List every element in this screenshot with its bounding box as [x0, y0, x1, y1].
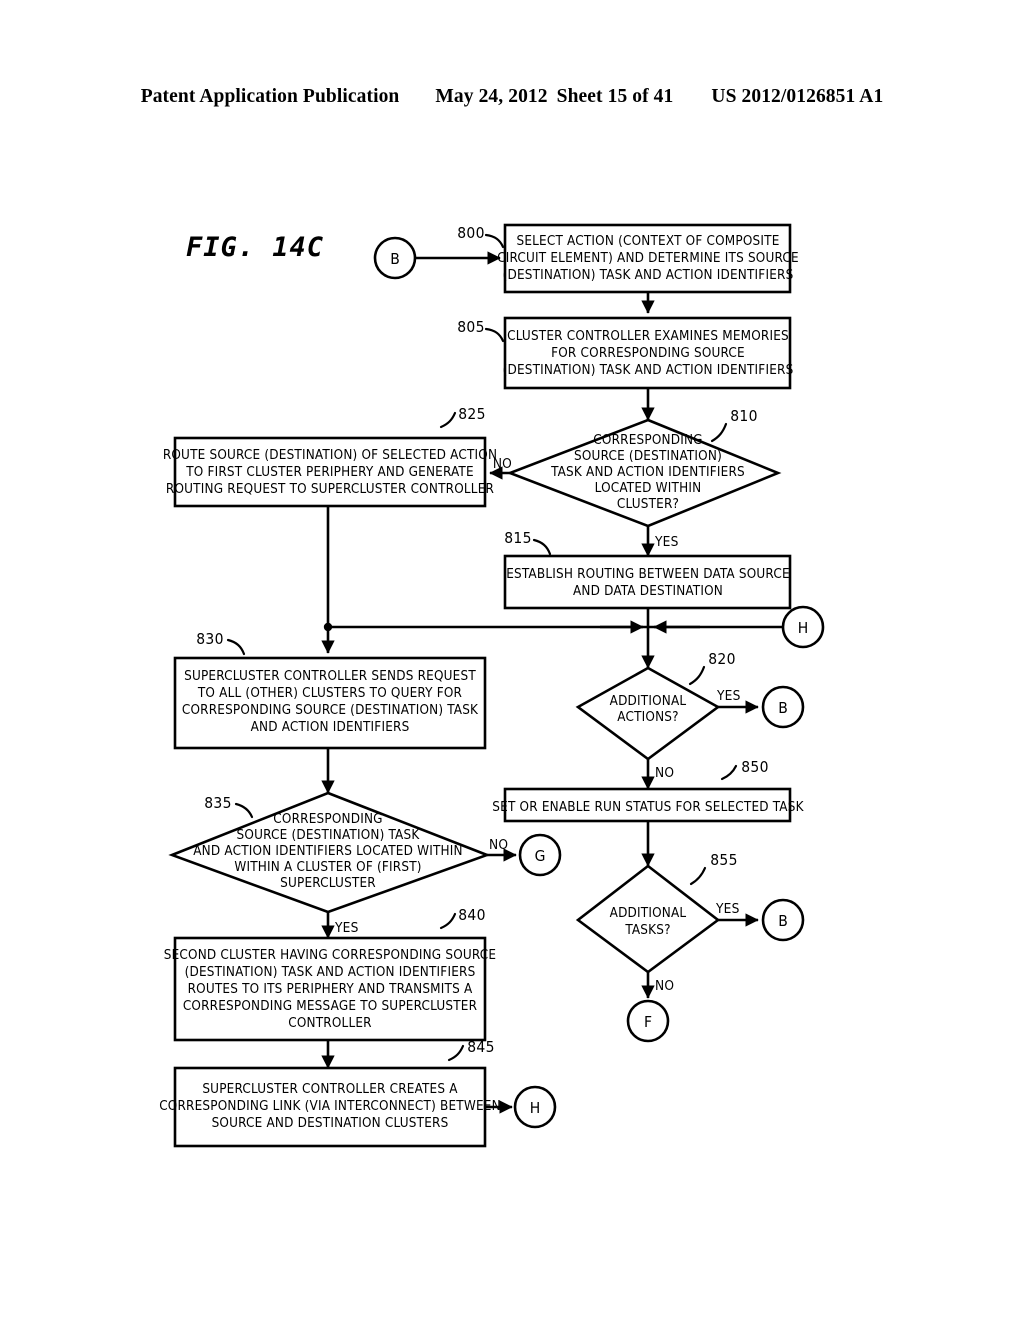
node-830: SUPERCLUSTER CONTROLLER SENDS REQUEST TO… [173, 630, 487, 750]
node-830-leader [226, 638, 246, 656]
node-815-line-0: ESTABLISH ROUTING BETWEEN DATA SOURCE [506, 567, 790, 582]
node-855-ref: 855 [710, 851, 738, 869]
node-835-line-3: WITHIN A CLUSTER OF (FIRST) [234, 860, 421, 875]
patent-figure-page: Patent Application Publication May 24, 2… [0, 0, 1024, 1320]
connector-h-845-label: H [530, 1099, 541, 1117]
node-815-line-1: AND DATA DESTINATION [573, 584, 723, 599]
node-800-line-1: CIRCUIT ELEMENT) AND DETERMINE ITS SOURC… [497, 251, 799, 266]
node-810-line-0: CORRESPONDING [593, 433, 702, 448]
edge-855-no-label: NO [655, 978, 674, 994]
node-840: SECOND CLUSTER HAVING CORRESPONDING SOUR… [164, 906, 497, 1042]
edge-835-no-label: NO [489, 837, 508, 853]
edge-855-yes-label: YES [715, 901, 740, 917]
node-810: CORRESPONDING SOURCE (DESTINATION) TASK … [493, 407, 782, 550]
node-835-ref: 835 [204, 794, 232, 812]
node-855-line-1: TASKS? [624, 923, 670, 938]
node-850-line-0: SET OR ENABLE RUN STATUS FOR SELECTED TA… [492, 800, 804, 815]
connector-b-in: B [373, 236, 417, 280]
node-825: ROUTE SOURCE (DESTINATION) OF SELECTED A… [163, 405, 497, 508]
node-855: ADDITIONAL TASKS? 855 YES NO [575, 851, 740, 994]
node-800-ref: 800 [457, 224, 485, 242]
node-810-line-1: SOURCE (DESTINATION) [574, 449, 722, 464]
node-805-line-1: FOR CORRESPONDING SOURCE [551, 346, 745, 361]
node-845: SUPERCLUSTER CONTROLLER CREATES A CORRES… [159, 1038, 501, 1148]
node-805-line-0: CLUSTER CONTROLLER EXAMINES MEMORIES [507, 329, 789, 344]
connector-b-855-label: B [778, 912, 788, 930]
node-845-line-0: SUPERCLUSTER CONTROLLER CREATES A [202, 1082, 458, 1097]
node-820-line-1: ACTIONS? [617, 710, 678, 725]
node-810-line-2: TASK AND ACTION IDENTIFIERS [550, 465, 745, 480]
node-835-line-4: SUPERCLUSTER [280, 876, 376, 891]
node-810-line-3: LOCATED WITHIN [595, 481, 702, 496]
node-810-ref: 810 [730, 407, 758, 425]
connector-g-835-label: G [535, 847, 546, 865]
connector-b-820-label: B [778, 699, 788, 717]
node-840-leader [439, 912, 457, 930]
edge-835-yes-label: YES [334, 920, 359, 936]
node-835-line-1: SOURCE (DESTINATION) TASK [237, 828, 421, 843]
node-845-line-2: SOURCE AND DESTINATION CLUSTERS [212, 1116, 449, 1131]
node-825-line-2: ROUTING REQUEST TO SUPERCLUSTER CONTROLL… [166, 482, 495, 497]
edge-820-no-label: NO [655, 765, 674, 781]
node-840-line-4: CONTROLLER [288, 1016, 372, 1031]
node-855-leader [689, 866, 707, 886]
node-815-box [503, 554, 792, 610]
edge-810-yes-label: YES [654, 534, 679, 550]
node-835-leader [234, 802, 254, 819]
connector-f-855-label: F [644, 1013, 652, 1031]
node-845-ref: 845 [467, 1038, 495, 1056]
node-820-leader [688, 665, 706, 686]
node-845-leader [447, 1044, 465, 1062]
node-840-line-0: SECOND CLUSTER HAVING CORRESPONDING SOUR… [164, 948, 497, 963]
edge-820-yes-label: YES [716, 688, 741, 704]
node-830-ref: 830 [196, 630, 224, 648]
node-800-line-0: SELECT ACTION (CONTEXT OF COMPOSITE [516, 234, 779, 249]
connector-h-merge: H [781, 605, 825, 649]
node-840-ref: 840 [458, 906, 486, 924]
node-810-leader [710, 422, 728, 443]
node-805: CLUSTER CONTROLLER EXAMINES MEMORIES FOR… [457, 316, 794, 390]
node-825-line-0: ROUTE SOURCE (DESTINATION) OF SELECTED A… [163, 448, 497, 463]
node-840-line-3: CORRESPONDING MESSAGE TO SUPERCLUSTER [183, 999, 478, 1014]
flowchart-diagram: SELECT ACTION (CONTEXT OF COMPOSITE CIRC… [159, 223, 825, 1148]
connector-b-820: B [761, 685, 805, 729]
node-830-line-1: TO ALL (OTHER) CLUSTERS TO QUERY FOR [197, 686, 463, 701]
node-825-leader [439, 411, 457, 429]
junction-dot-825 [323, 622, 333, 632]
node-830-line-0: SUPERCLUSTER CONTROLLER SENDS REQUEST [184, 669, 476, 684]
node-850-leader [720, 764, 738, 781]
node-820-ref: 820 [708, 650, 736, 668]
connector-f-855: F [626, 999, 670, 1043]
node-805-line-2: (DESTINATION) TASK AND ACTION IDENTIFIER… [503, 363, 794, 378]
node-850-ref: 850 [741, 758, 769, 776]
node-830-line-2: CORRESPONDING SOURCE (DESTINATION) TASK [182, 703, 479, 718]
node-840-line-1: (DESTINATION) TASK AND ACTION IDENTIFIER… [185, 965, 476, 980]
node-820-line-0: ADDITIONAL [610, 694, 687, 709]
node-840-line-2: ROUTES TO ITS PERIPHERY AND TRANSMITS A [188, 982, 473, 997]
node-835-line-0: CORRESPONDING [273, 812, 382, 827]
node-845-line-1: CORRESPONDING LINK (VIA INTERCONNECT) BE… [159, 1099, 501, 1114]
node-800: SELECT ACTION (CONTEXT OF COMPOSITE CIRC… [457, 223, 799, 294]
node-800-leader [484, 233, 505, 249]
node-830-line-3: AND ACTION IDENTIFIERS [251, 720, 410, 735]
node-825-line-1: TO FIRST CLUSTER PERIPHERY AND GENERATE [185, 465, 474, 480]
node-800-line-2: (DESTINATION) TASK AND ACTION IDENTIFIER… [503, 268, 794, 283]
node-805-ref: 805 [457, 318, 485, 336]
connector-g-835: G [518, 833, 562, 877]
connector-b-in-label: B [390, 250, 400, 268]
node-810-line-4: CLUSTER? [617, 497, 679, 512]
node-835-line-2: AND ACTION IDENTIFIERS LOCATED WITHIN [193, 844, 463, 859]
connector-h-845: H [513, 1085, 557, 1129]
connector-b-855: B [761, 898, 805, 942]
node-805-leader [484, 327, 505, 343]
node-815-ref: 815 [504, 529, 532, 547]
node-825-ref: 825 [458, 405, 486, 423]
connector-h-merge-label: H [798, 619, 809, 637]
node-820: ADDITIONAL ACTIONS? 820 YES NO [575, 650, 741, 781]
node-815-leader [532, 538, 552, 556]
node-855-line-0: ADDITIONAL [610, 906, 687, 921]
